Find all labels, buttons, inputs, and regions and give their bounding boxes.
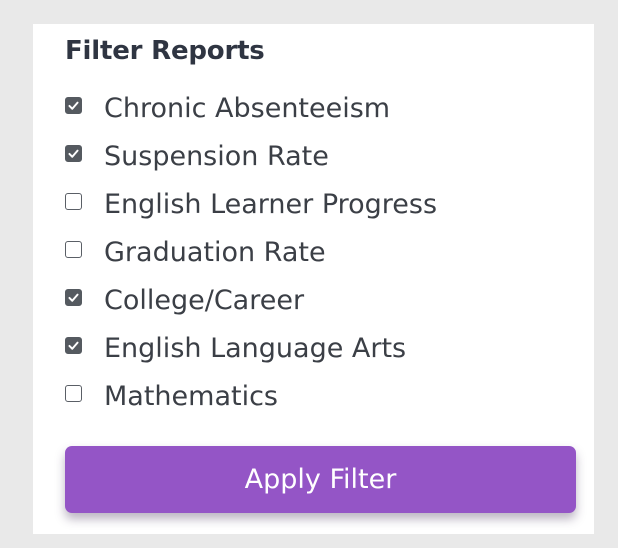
filter-item-suspension-rate[interactable]: Suspension Rate — [65, 132, 437, 180]
filter-item-graduation-rate[interactable]: Graduation Rate — [65, 228, 437, 276]
apply-filter-button[interactable]: Apply Filter — [65, 446, 576, 513]
filter-label: English Learner Progress — [104, 188, 438, 220]
checkmark-icon — [68, 101, 79, 110]
filter-label: Chronic Absenteeism — [104, 92, 391, 124]
checkbox[interactable] — [65, 240, 82, 258]
filter-item-english-language-arts[interactable]: English Language Arts — [65, 324, 437, 372]
checkbox[interactable] — [65, 96, 82, 114]
filter-label: College/Career — [104, 284, 305, 316]
checkbox[interactable] — [65, 384, 82, 402]
checkbox[interactable] — [65, 288, 82, 306]
filter-label: Mathematics — [104, 380, 278, 412]
filter-item-english-learner-progress[interactable]: English Learner Progress — [65, 180, 437, 228]
panel-title: Filter Reports — [65, 36, 265, 66]
filter-item-college-career[interactable]: College/Career — [65, 276, 437, 324]
checkbox[interactable] — [65, 192, 82, 210]
filter-label: Graduation Rate — [104, 236, 326, 268]
filter-label: Suspension Rate — [104, 140, 329, 172]
filter-label: English Language Arts — [104, 332, 407, 364]
checkbox[interactable] — [65, 144, 82, 162]
checkbox[interactable] — [65, 336, 82, 354]
filter-item-mathematics[interactable]: Mathematics — [65, 372, 437, 420]
filter-panel: Filter Reports Chronic Absenteeism Suspe… — [33, 24, 594, 534]
checkmark-icon — [68, 149, 79, 158]
checkmark-icon — [68, 341, 79, 350]
checkmark-icon — [68, 293, 79, 302]
filter-item-chronic-absenteeism[interactable]: Chronic Absenteeism — [65, 84, 437, 132]
filter-list: Chronic Absenteeism Suspension Rate Engl… — [65, 84, 437, 420]
